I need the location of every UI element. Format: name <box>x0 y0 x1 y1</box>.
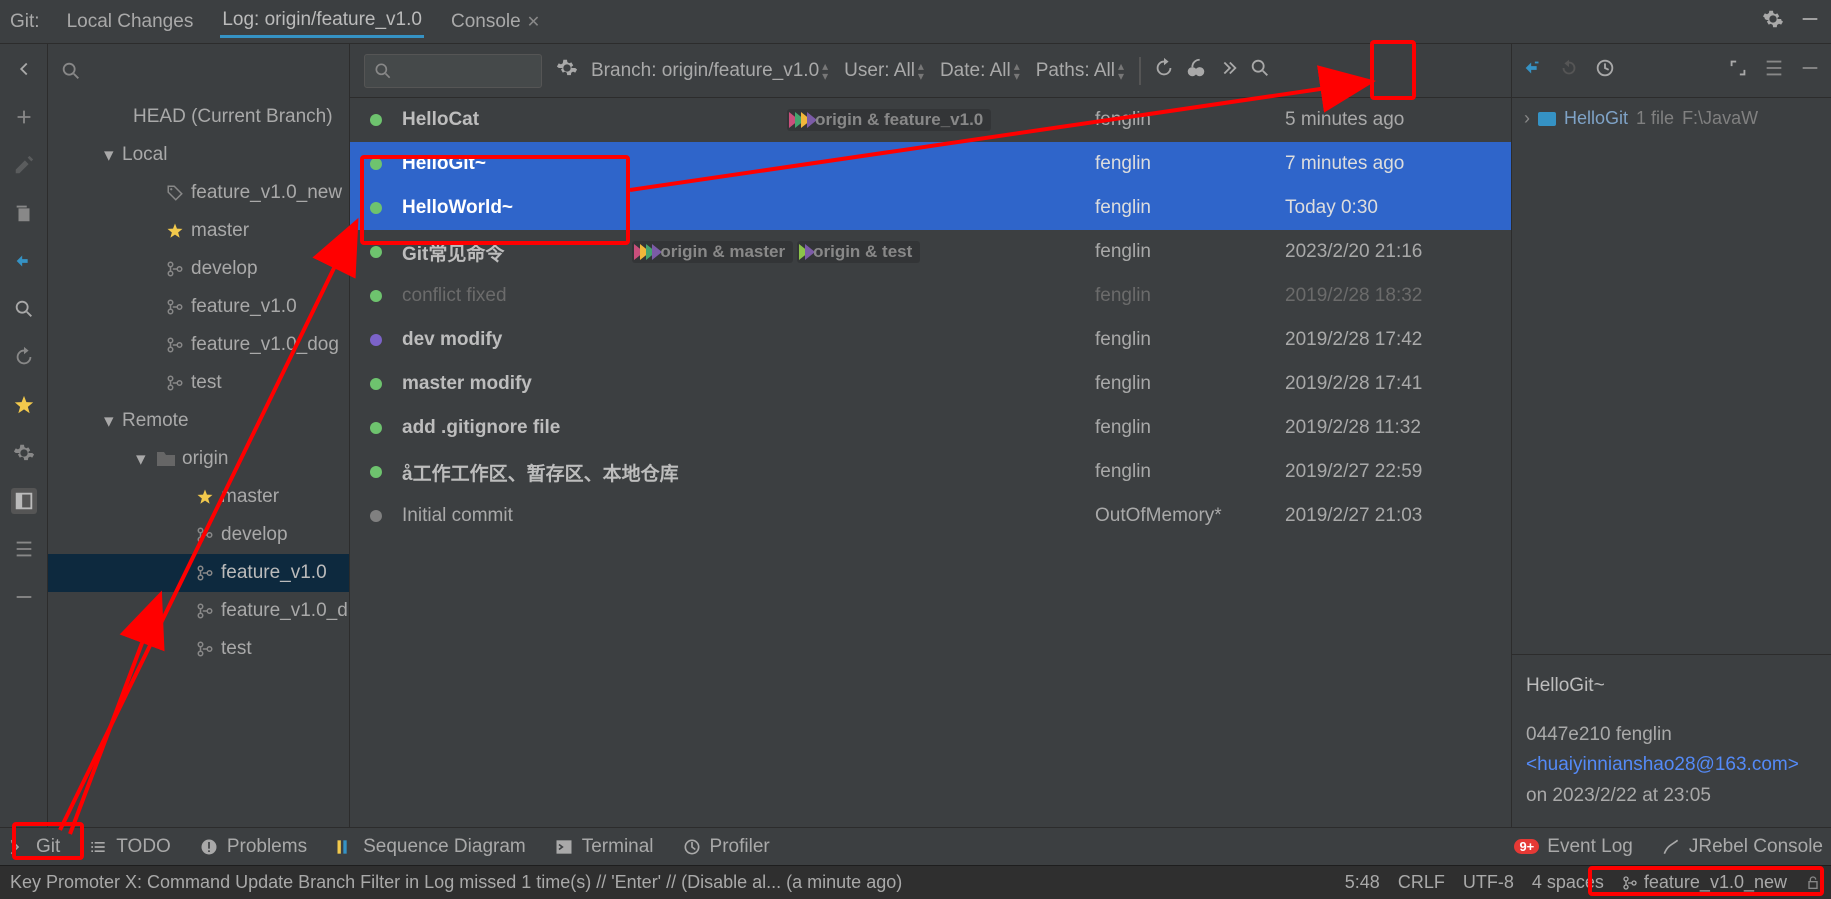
more-actions-icon[interactable] <box>1217 57 1239 85</box>
apply-patch-icon[interactable] <box>1522 57 1544 85</box>
log-panel: Branch: origin/feature_v1.0▴▾ User: All▴… <box>350 44 1511 827</box>
git-tool-window-tabs: Git: Local Changes Log: origin/feature_v… <box>0 0 1831 44</box>
tab-console[interactable]: Console✕ <box>449 7 542 37</box>
local-branch-feature_v1.0_dog[interactable]: feature_v1.0_dog <box>48 326 349 364</box>
local-branch-develop[interactable]: develop <box>48 250 349 288</box>
git-prefix-label: Git: <box>10 11 40 33</box>
minimize-icon[interactable] <box>1799 8 1821 36</box>
revert-icon[interactable] <box>1558 57 1580 85</box>
local-branch-master[interactable]: master <box>48 212 349 250</box>
left-gutter-toolbar <box>0 44 48 827</box>
tab-log[interactable]: Log: origin/feature_v1.0 <box>220 5 424 38</box>
find-icon[interactable] <box>1249 57 1271 85</box>
head-current-branch[interactable]: HEAD (Current Branch) <box>48 98 349 136</box>
settings-icon[interactable] <box>1762 8 1784 36</box>
todo-tool-tab[interactable]: TODO <box>88 836 171 858</box>
delete-icon[interactable] <box>11 200 37 226</box>
commit-row[interactable]: HelloCatorigin & feature_v1.0fenglin5 mi… <box>350 98 1511 142</box>
remote-branch-feature_v1.0[interactable]: feature_v1.0 <box>48 554 349 592</box>
remote-branch-develop[interactable]: develop <box>48 516 349 554</box>
commit-row[interactable]: master modifyfenglin2019/2/28 17:41 <box>350 362 1511 406</box>
history-icon[interactable] <box>1594 57 1616 85</box>
cherry-pick-icon[interactable] <box>1185 57 1207 85</box>
date-filter[interactable]: Date: All▴▾ <box>937 60 1023 82</box>
commit-date: on 2023/2/22 at 23:05 <box>1526 785 1711 806</box>
commit-details: HelloGit~ 0447e210 fenglin <huaiyinnians… <box>1512 654 1831 827</box>
log-search-settings-icon[interactable] <box>556 57 578 85</box>
line-separator[interactable]: CRLF <box>1398 872 1445 893</box>
local-branch-feature_v1.0_new[interactable]: feature_v1.0_new <box>48 174 349 212</box>
chevron-right-icon: › <box>1524 108 1530 129</box>
tab-local-changes[interactable]: Local Changes <box>65 7 196 37</box>
commit-row[interactable]: dev modifyfenglin2019/2/28 17:42 <box>350 318 1511 362</box>
local-branch-test[interactable]: test <box>48 364 349 402</box>
back-icon[interactable] <box>11 56 37 82</box>
sequence-diagram-tool-tab[interactable]: Sequence Diagram <box>335 836 526 858</box>
local-branch-feature_v1.0[interactable]: feature_v1.0 <box>48 288 349 326</box>
edit-icon[interactable] <box>11 152 37 178</box>
branch-search[interactable] <box>48 44 349 98</box>
paths-filter[interactable]: Paths: All▴▾ <box>1033 60 1127 82</box>
search-icon[interactable] <box>11 296 37 322</box>
changed-file-row[interactable]: › HelloGit 1 file F:\JavaW <box>1512 98 1831 139</box>
commit-author-email[interactable]: <huaiyinnianshao28@163.com> <box>1526 754 1799 775</box>
add-icon[interactable] <box>11 104 37 130</box>
expand-all-icon[interactable] <box>1763 57 1785 85</box>
favorite-star-icon[interactable] <box>11 392 37 418</box>
git-tool-tab[interactable]: Git <box>8 836 60 858</box>
commit-hash: 0447e210 <box>1526 724 1611 745</box>
remote-branch-test[interactable]: test <box>48 630 349 668</box>
folder-icon <box>1538 112 1556 126</box>
indent-setting[interactable]: 4 spaces <box>1532 872 1604 893</box>
git-branch-status[interactable]: feature_v1.0_new <box>1622 872 1787 893</box>
caret-position[interactable]: 5:48 <box>1345 872 1380 893</box>
gear-icon[interactable] <box>11 440 37 466</box>
status-message: Key Promoter X: Command Update Branch Fi… <box>10 872 902 893</box>
problems-tool-tab[interactable]: Problems <box>199 836 307 858</box>
expand-all-icon[interactable] <box>11 536 37 562</box>
commit-row[interactable]: HelloWorld~fenglinToday 0:30 <box>350 186 1511 230</box>
lock-icon[interactable] <box>1805 875 1821 891</box>
branches-panel: HEAD (Current Branch) ▾Local feature_v1.… <box>48 44 350 827</box>
commit-row[interactable]: Git常见命令origin & masterorigin & testfengl… <box>350 230 1511 274</box>
terminal-tool-tab[interactable]: Terminal <box>554 836 654 858</box>
file-encoding[interactable]: UTF-8 <box>1463 872 1514 893</box>
commit-list[interactable]: HelloCatorigin & feature_v1.0fenglin5 mi… <box>350 98 1511 827</box>
diff-icon[interactable] <box>11 248 37 274</box>
expand-icon[interactable] <box>1727 57 1749 85</box>
commit-row[interactable]: HelloGit~fenglin7 minutes ago <box>350 142 1511 186</box>
bottom-tool-tabs: Git TODO Problems Sequence Diagram Termi… <box>0 827 1831 865</box>
log-toolbar: Branch: origin/feature_v1.0▴▾ User: All▴… <box>350 44 1511 98</box>
event-log-tool-tab[interactable]: 9+Event Log <box>1514 836 1632 858</box>
local-group[interactable]: ▾Local <box>48 136 349 174</box>
search-icon <box>373 61 393 81</box>
remote-group[interactable]: ▾Remote <box>48 402 349 440</box>
layout-icon[interactable] <box>11 488 37 514</box>
refresh-log-icon[interactable] <box>1153 57 1175 85</box>
status-bar: Key Promoter X: Command Update Branch Fi… <box>0 865 1831 899</box>
commit-details-panel: › HelloGit 1 file F:\JavaW HelloGit~ 044… <box>1511 44 1831 827</box>
branch-filter[interactable]: Branch: origin/feature_v1.0▴▾ <box>588 60 831 82</box>
details-toolbar <box>1512 44 1831 98</box>
main-content: HEAD (Current Branch) ▾Local feature_v1.… <box>0 44 1831 827</box>
profiler-tool-tab[interactable]: Profiler <box>682 836 770 858</box>
notification-badge: 9+ <box>1514 839 1539 854</box>
refresh-icon[interactable] <box>11 344 37 370</box>
commit-row[interactable]: add .gitignore filefenglin2019/2/28 11:3… <box>350 406 1511 450</box>
user-filter[interactable]: User: All▴▾ <box>841 60 927 82</box>
commit-row[interactable]: conflict fixedfenglin2019/2/28 18:32 <box>350 274 1511 318</box>
close-icon[interactable]: ✕ <box>527 14 540 31</box>
remote-branch-master[interactable]: master <box>48 478 349 516</box>
collapse-all-icon[interactable] <box>1799 57 1821 85</box>
commit-row[interactable]: å工作工作区、暂存区、本地仓库fenglin2019/2/27 22:59 <box>350 450 1511 494</box>
remote-branch-feature_v1.0_d[interactable]: feature_v1.0_d <box>48 592 349 630</box>
log-search-input[interactable] <box>364 54 542 88</box>
collapse-all-icon[interactable] <box>11 584 37 610</box>
origin-group[interactable]: ▾origin <box>48 440 349 478</box>
jrebel-console-tool-tab[interactable]: JRebel Console <box>1661 836 1823 858</box>
commit-message: HelloGit~ <box>1526 671 1817 701</box>
commit-row[interactable]: Initial commitOutOfMemory*2019/2/27 21:0… <box>350 494 1511 538</box>
